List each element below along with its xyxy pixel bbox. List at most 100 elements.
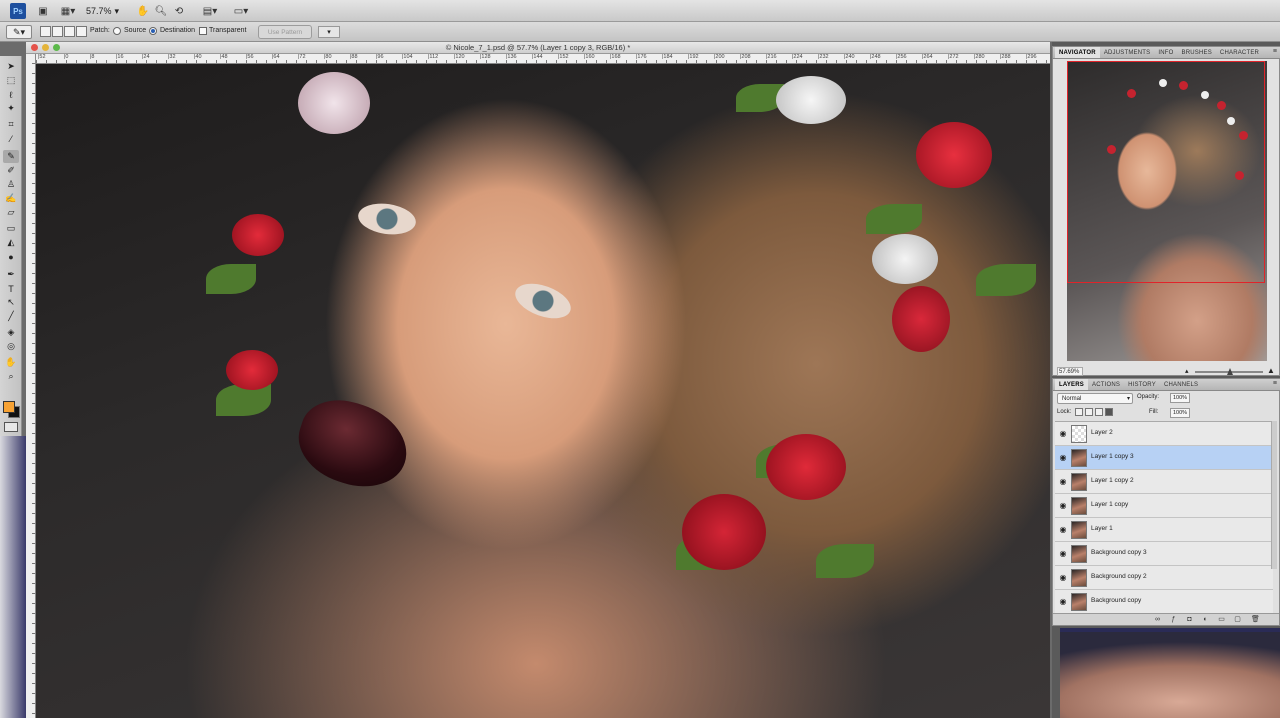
rotate-view-icon[interactable]: ⟲ (172, 3, 186, 19)
patch-tool-icon[interactable]: ✎ (3, 150, 19, 163)
tab-info[interactable]: INFO (1154, 47, 1177, 58)
ruler-tick-label: |216 (766, 54, 777, 60)
tab-channels[interactable]: CHANNELS (1160, 379, 1202, 390)
visibility-eye-icon[interactable]: ◉ (1058, 477, 1068, 487)
opacity-input[interactable]: 100% (1170, 393, 1190, 403)
layer-row[interactable]: ◉ Layer 1 copy (1055, 494, 1273, 518)
view-extras-icon[interactable]: ▦▾ (58, 3, 78, 19)
tab-brushes[interactable]: BRUSHES (1178, 47, 1216, 58)
horizontal-ruler[interactable]: |52 |0 |8 |16 |24 |32 |40 |48 |56 |64 |72 |80 |88 |96… (36, 54, 1050, 64)
navigator-thumbnail[interactable] (1067, 61, 1267, 361)
tool-preset-picker[interactable]: ✎ ▾ (6, 25, 32, 39)
move-tool-icon[interactable]: ➤ (3, 60, 19, 73)
brush-tool-icon[interactable]: ✐ (3, 164, 19, 177)
lasso-tool-icon[interactable]: ℓ (3, 88, 19, 101)
layer-thumbnail (1071, 425, 1087, 443)
screen-mode-icon[interactable]: ▭▾ (230, 3, 252, 19)
source-radio[interactable] (113, 27, 121, 35)
zoom-level-select[interactable]: 57.7% ▾ (86, 4, 119, 18)
path-selection-tool-icon[interactable]: ↖ (3, 296, 19, 309)
adjustment-layer-icon[interactable]: ◐ (1201, 615, 1210, 624)
add-to-selection-icon[interactable] (52, 26, 63, 37)
delete-layer-icon[interactable]: 🗑︎ (1251, 615, 1260, 624)
dodge-tool-icon[interactable]: ● (3, 250, 19, 263)
fill-input[interactable]: 100% (1170, 408, 1190, 418)
layer-row[interactable]: ◉ Background copy 3 (1055, 542, 1273, 566)
transparent-checkbox[interactable] (199, 27, 207, 35)
quick-mask-button[interactable] (4, 422, 18, 432)
visibility-eye-icon[interactable]: ◉ (1058, 573, 1068, 583)
quick-selection-tool-icon[interactable]: ✦ (3, 102, 19, 115)
zoom-tool-icon[interactable]: ⌕ (3, 370, 19, 383)
blur-tool-icon[interactable]: ◭ (3, 236, 19, 249)
lock-all-icon[interactable] (1105, 408, 1113, 416)
minimize-window-button[interactable] (42, 44, 49, 51)
tab-adjustments[interactable]: ADJUSTMENTS (1100, 47, 1155, 58)
layers-scrollbar[interactable] (1271, 421, 1277, 569)
gradient-tool-icon[interactable]: ▭ (3, 222, 19, 235)
visibility-eye-icon[interactable]: ◉ (1058, 501, 1068, 511)
image-canvas[interactable] (36, 64, 1050, 718)
arrange-documents-icon[interactable]: ▤▾ (200, 3, 220, 19)
eyedropper-tool-icon[interactable]: ⁄ (3, 132, 19, 145)
3d-orbit-tool-icon[interactable]: ◎ (3, 340, 19, 353)
tab-character[interactable]: CHARACTER (1216, 47, 1263, 58)
blend-mode-select[interactable]: Normal (1057, 393, 1133, 404)
vertical-ruler[interactable] (26, 54, 36, 718)
new-selection-icon[interactable] (40, 26, 51, 37)
add-mask-icon[interactable]: ◘ (1185, 615, 1194, 624)
tab-layers[interactable]: LAYERS (1055, 379, 1088, 390)
shape-tool-icon[interactable]: ╱ (3, 310, 19, 323)
tab-navigator[interactable]: NAVIGATOR (1055, 47, 1100, 58)
zoom-out-icon[interactable]: ▴ (1185, 367, 1189, 375)
subtract-selection-icon[interactable] (64, 26, 75, 37)
marquee-tool-icon[interactable]: ⬚ (3, 74, 19, 87)
pen-tool-icon[interactable]: ✒ (3, 268, 19, 281)
lock-transparency-icon[interactable] (1075, 408, 1083, 416)
new-layer-icon[interactable]: ▢ (1233, 615, 1242, 624)
hand-tool-icon[interactable]: ✋ (3, 356, 19, 369)
visibility-eye-icon[interactable]: ◉ (1058, 549, 1068, 559)
navigator-proxy-view[interactable] (1067, 61, 1265, 283)
destination-radio[interactable] (149, 27, 157, 35)
history-brush-tool-icon[interactable]: ✍ (3, 192, 19, 205)
hand-tool-icon[interactable]: ✋ (136, 3, 150, 19)
layer-thumbnail (1071, 449, 1087, 467)
panel-menu-icon[interactable]: ≡ (1273, 48, 1277, 55)
type-tool-icon[interactable]: T (3, 282, 19, 295)
lock-position-icon[interactable] (1095, 408, 1103, 416)
visibility-eye-icon[interactable]: ◉ (1058, 429, 1068, 439)
layer-row[interactable]: ◉ Background copy (1055, 590, 1273, 614)
eraser-tool-icon[interactable]: ▱ (3, 206, 19, 219)
visibility-eye-icon[interactable]: ◉ (1058, 525, 1068, 535)
clone-stamp-tool-icon[interactable]: ♙ (3, 178, 19, 191)
navigator-zoom-input[interactable]: 57.69% (1057, 367, 1083, 376)
panel-menu-icon[interactable]: ≡ (1273, 380, 1277, 387)
3d-rotate-tool-icon[interactable]: ◈ (3, 326, 19, 339)
visibility-eye-icon[interactable]: ◉ (1058, 453, 1068, 463)
use-pattern-button[interactable]: Use Pattern (258, 25, 312, 39)
intersect-selection-icon[interactable] (76, 26, 87, 37)
crop-tool-icon[interactable]: ⌗ (3, 118, 19, 131)
tab-actions[interactable]: ACTIONS (1088, 379, 1124, 390)
layer-row[interactable]: ◉ Background copy 2 (1055, 566, 1273, 590)
pattern-picker[interactable]: ▾ (318, 26, 340, 38)
zoom-in-icon[interactable]: ▲ (1267, 366, 1275, 375)
tab-history[interactable]: HISTORY (1124, 379, 1160, 390)
bridge-icon[interactable]: ▣ (36, 3, 50, 19)
zoom-window-button[interactable] (53, 44, 60, 51)
layer-row[interactable]: ◉ Layer 1 (1055, 518, 1273, 542)
visibility-eye-icon[interactable]: ◉ (1058, 597, 1068, 607)
layer-row[interactable]: ◉ Layer 1 copy 2 (1055, 470, 1273, 494)
lock-pixels-icon[interactable] (1085, 408, 1093, 416)
link-layers-icon[interactable]: ∞ (1153, 615, 1162, 624)
close-window-button[interactable] (31, 44, 38, 51)
ruler-tick-label: |56 (246, 54, 254, 60)
new-group-icon[interactable]: ▭ (1217, 615, 1226, 624)
layer-style-icon[interactable]: ƒ (1169, 615, 1178, 624)
ruler-tick-label: |24 (142, 54, 150, 60)
zoom-tool-icon[interactable]: 🔍︎ (154, 3, 168, 19)
foreground-color-swatch[interactable] (3, 401, 15, 413)
layer-row[interactable]: ◉ Layer 1 copy 3 (1055, 446, 1273, 470)
layer-row[interactable]: ◉ Layer 2 (1055, 422, 1273, 446)
